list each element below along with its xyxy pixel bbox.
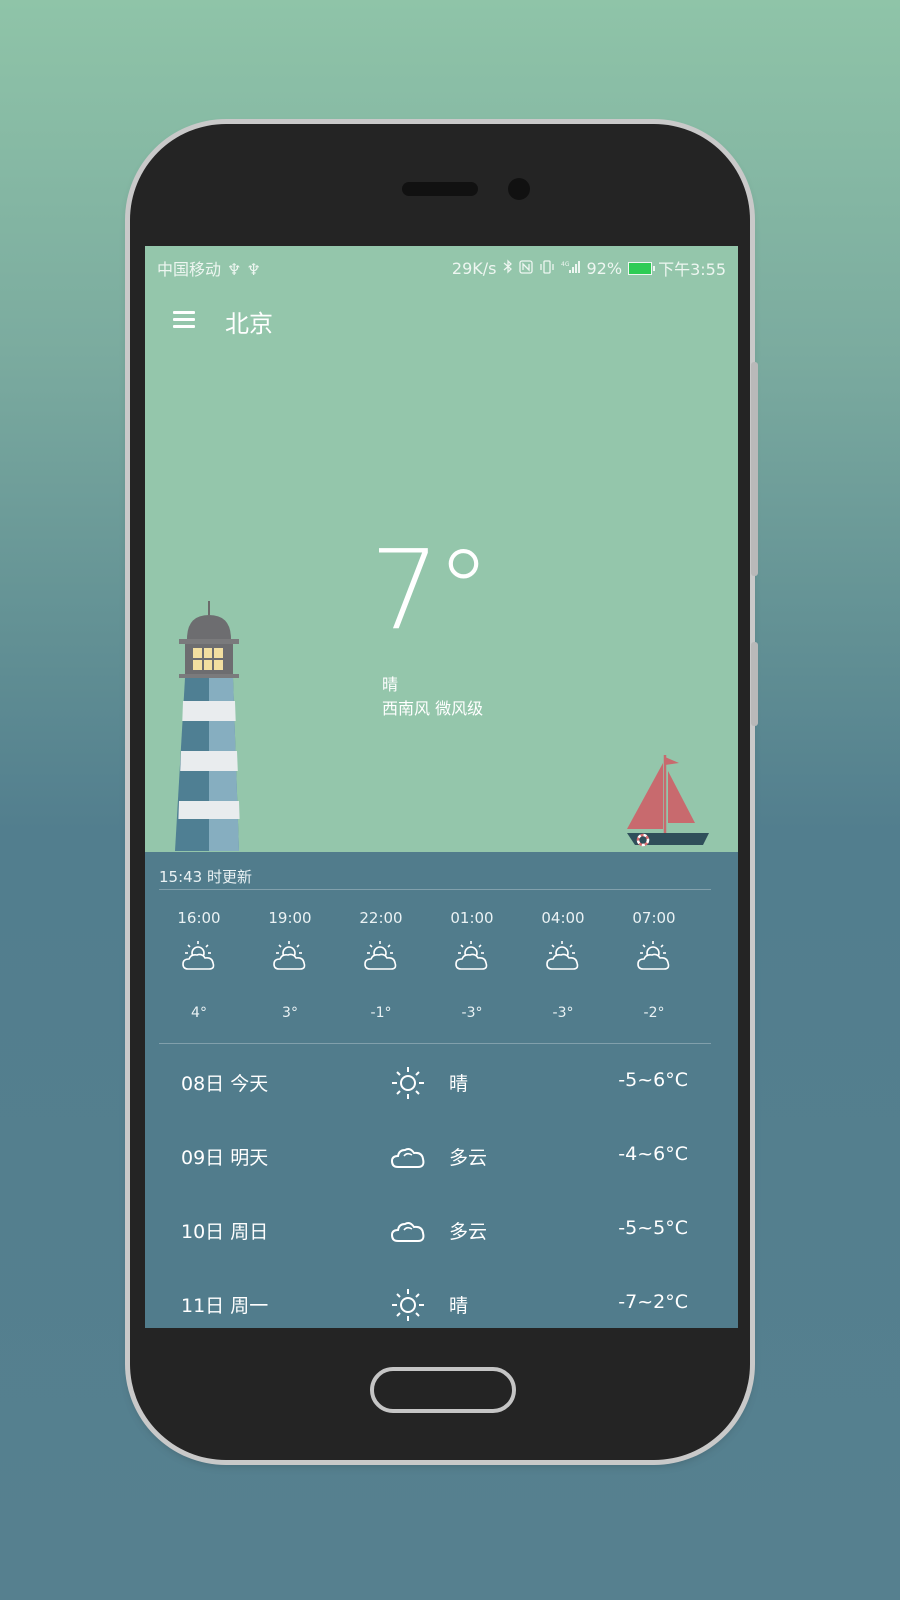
partly-cloudy-icon [182, 941, 215, 970]
current-condition: 晴 [382, 675, 399, 694]
daily-temp-range: -4~6°C [618, 1143, 688, 1165]
cloud-icon [390, 1148, 425, 1168]
bluetooth-icon [503, 258, 513, 278]
current-wind: 西南风 微风级 [382, 699, 484, 718]
daily-condition: 多云 [449, 1221, 488, 1243]
daily-condition: 晴 [449, 1295, 469, 1317]
hourly-time: 01:00 [450, 909, 494, 927]
daily-date: 08日 今天 [181, 1073, 269, 1095]
daily-temp-range: -5~5°C [618, 1217, 688, 1239]
cloud-icon [390, 1222, 425, 1242]
hourly-time: 04:00 [541, 909, 585, 927]
power-button [751, 642, 758, 726]
hourly-time: 19:00 [268, 909, 312, 927]
screen: 中国移动 ♆ ♆ 29K/s 4G 92% 下午3:55 北京 7° 晴 西南风… [145, 246, 738, 1328]
daily-row[interactable]: 10日 周日 多云 -5~5°C [145, 1211, 738, 1251]
hourly-temp: 4° [191, 1005, 207, 1021]
city-title[interactable]: 北京 [225, 304, 273, 339]
daily-condition: 多云 [449, 1147, 488, 1169]
phone-frame: 中国移动 ♆ ♆ 29K/s 4G 92% 下午3:55 北京 7° 晴 西南风… [130, 124, 758, 1460]
volume-button [751, 362, 758, 576]
partly-cloudy-icon [546, 941, 579, 970]
hourly-temp: -2° [643, 1005, 665, 1021]
usb-icon: ♆ ♆ [227, 260, 261, 279]
menu-icon[interactable] [173, 311, 195, 328]
sailboat-illustration [627, 755, 709, 847]
partly-cloudy-icon [637, 941, 670, 970]
daily-temp-range: -5~6°C [618, 1069, 688, 1091]
daily-row[interactable]: 09日 明天 多云 -4~6°C [145, 1137, 738, 1177]
current-condition-block: 晴 西南风 微风级 [382, 673, 483, 721]
hourly-temp: -3° [552, 1005, 574, 1021]
daily-date: 09日 明天 [181, 1147, 269, 1169]
current-temperature: 7° [370, 526, 491, 654]
daily-date: 10日 周日 [181, 1221, 269, 1243]
carrier-label: 中国移动 [157, 260, 222, 279]
hourly-temp: 3° [282, 1005, 298, 1021]
sun-icon [392, 1067, 424, 1099]
clock: 下午3:55 [658, 260, 726, 279]
nfc-icon [518, 259, 533, 278]
divider [159, 1043, 711, 1044]
hourly-temp: -3° [461, 1005, 483, 1021]
hourly-temp: -1° [370, 1005, 392, 1021]
lighthouse-illustration [175, 601, 240, 851]
daily-date: 11日 周一 [181, 1295, 269, 1317]
app-bar: 北京 [145, 286, 738, 356]
hourly-time: 07:00 [632, 909, 676, 927]
status-bar: 中国移动 ♆ ♆ 29K/s 4G 92% 下午3:55 [145, 246, 738, 286]
battery-icon [628, 261, 656, 275]
daily-row[interactable]: 11日 周一 晴 -7~2°C [145, 1285, 738, 1325]
svg-text:4G: 4G [561, 261, 570, 268]
divider [159, 889, 711, 890]
daily-row[interactable]: 08日 今天 晴 -5~6°C [145, 1063, 738, 1103]
hourly-time: 22:00 [359, 909, 403, 927]
4g-signal-icon: 4G [561, 259, 581, 278]
partly-cloudy-icon [455, 941, 488, 970]
update-time: 15:43 时更新 [159, 868, 252, 886]
daily-temp-range: -7~2°C [618, 1291, 688, 1313]
vibrate-icon [539, 259, 555, 278]
daily-condition: 晴 [449, 1073, 469, 1095]
hourly-time: 16:00 [177, 909, 221, 927]
front-camera [508, 178, 530, 200]
battery-percent: 92% [586, 258, 623, 278]
home-button[interactable] [370, 1367, 516, 1413]
net-speed: 29K/s [451, 258, 497, 278]
earpiece-speaker [402, 182, 478, 196]
sun-icon [392, 1289, 424, 1321]
partly-cloudy-icon [273, 941, 306, 970]
partly-cloudy-icon [364, 941, 397, 970]
